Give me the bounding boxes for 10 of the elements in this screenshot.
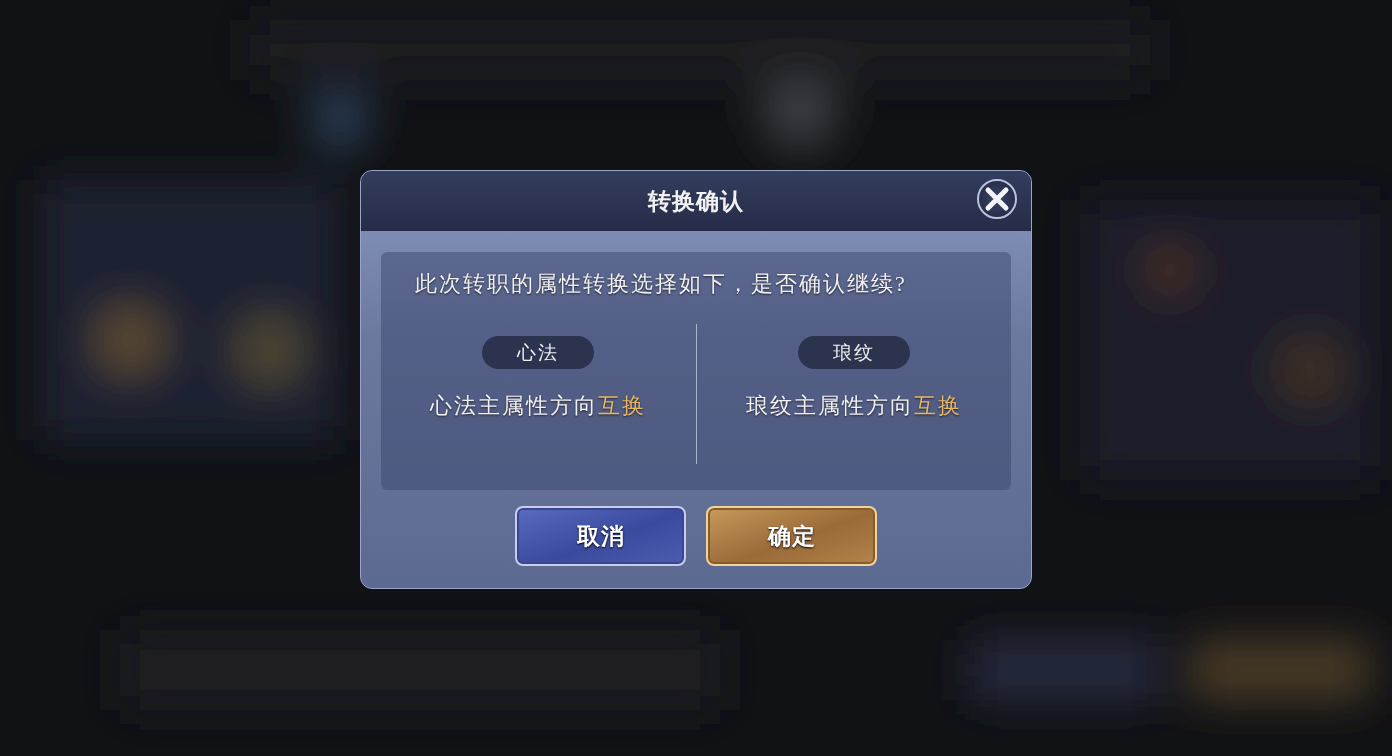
question-text: 此次转职的属性转换选择如下，是否确认继续? (415, 270, 908, 298)
category-tag: 琅纹 (797, 336, 910, 369)
close-button[interactable] (977, 179, 1017, 219)
attribute-text: 心法主属性方向 互换 (430, 392, 647, 420)
attribute-text: 琅纹主属性方向 互换 (745, 392, 962, 420)
cancel-button[interactable]: 取消 (515, 506, 686, 566)
confirm-button[interactable]: 确定 (706, 506, 877, 566)
dialog-title: 转换确认 (648, 187, 744, 216)
close-icon (984, 186, 1010, 212)
category-tag: 心法 (482, 336, 595, 369)
